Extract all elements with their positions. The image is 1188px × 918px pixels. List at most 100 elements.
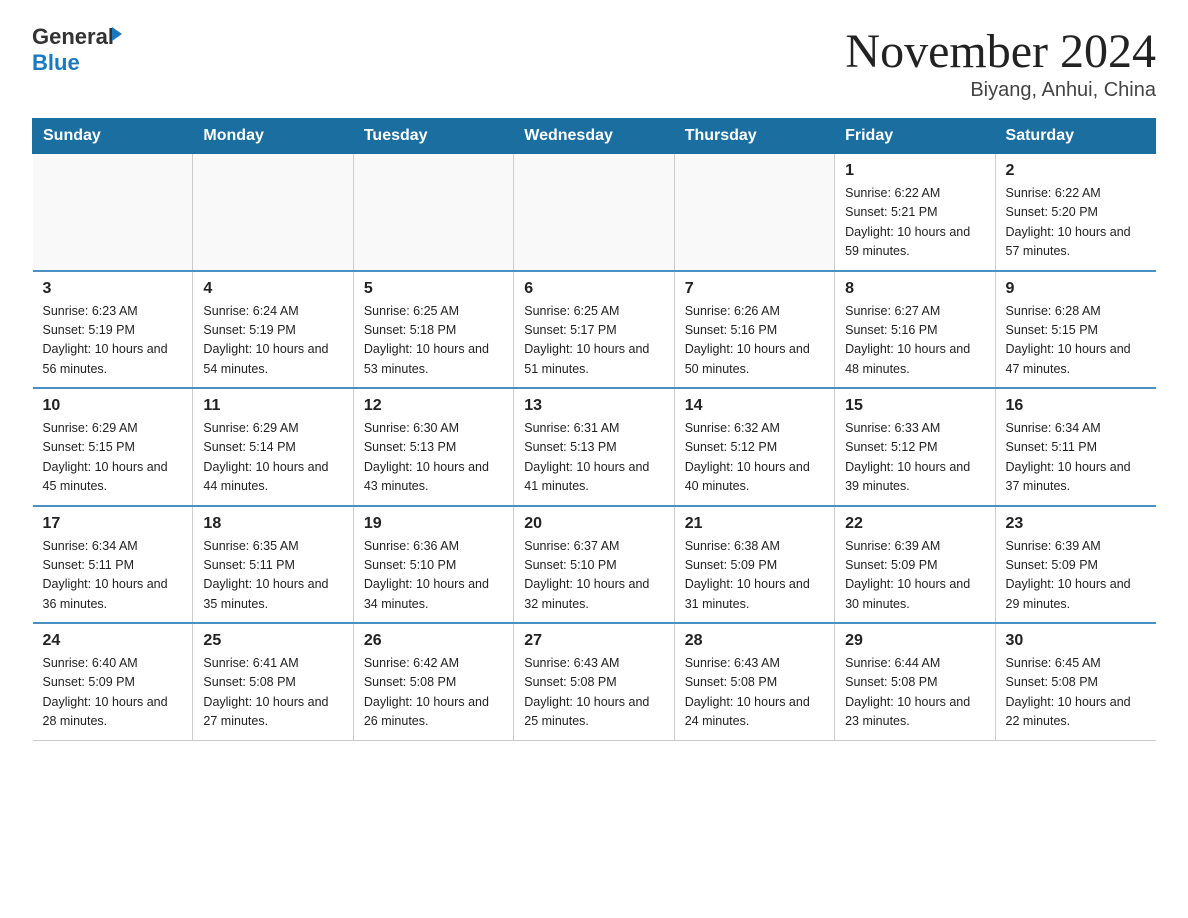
calendar-cell: 9Sunrise: 6:28 AMSunset: 5:15 PMDaylight…	[995, 271, 1155, 389]
calendar-cell	[353, 154, 513, 271]
day-number: 18	[203, 515, 342, 533]
day-info: Sunrise: 6:34 AMSunset: 5:11 PMDaylight:…	[43, 537, 183, 615]
day-number: 3	[43, 280, 183, 298]
day-info: Sunrise: 6:31 AMSunset: 5:13 PMDaylight:…	[524, 419, 663, 497]
day-info: Sunrise: 6:22 AMSunset: 5:20 PMDaylight:…	[1006, 184, 1146, 262]
calendar-cell: 1 Sunrise: 6:22 AMSunset: 5:21 PMDaylight…	[835, 154, 995, 271]
day-number: 12	[364, 397, 503, 415]
calendar-week-4: 17 Sunrise: 6:34 AMSunset: 5:11 PMDayligh…	[33, 506, 1156, 624]
calendar-cell: 14 Sunrise: 6:32 AMSunset: 5:12 PMDayligh…	[674, 388, 834, 506]
day-number: 30	[1006, 632, 1146, 650]
day-info: Sunrise: 6:37 AMSunset: 5:10 PMDaylight:…	[524, 537, 663, 615]
calendar-week-5: 24Sunrise: 6:40 AMSunset: 5:09 PMDayligh…	[33, 623, 1156, 740]
calendar-cell: 28 Sunrise: 6:43 AMSunset: 5:08 PMDayligh…	[674, 623, 834, 740]
day-number: 2	[1006, 162, 1146, 180]
day-info: Sunrise: 6:43 AMSunset: 5:08 PMDaylight:…	[524, 654, 663, 732]
calendar-cell: 20 Sunrise: 6:37 AMSunset: 5:10 PMDayligh…	[514, 506, 674, 624]
calendar-cell: 17 Sunrise: 6:34 AMSunset: 5:11 PMDayligh…	[33, 506, 193, 624]
day-number: 27	[524, 632, 663, 650]
calendar-cell: 16 Sunrise: 6:34 AMSunset: 5:11 PMDayligh…	[995, 388, 1155, 506]
calendar-cell: 2 Sunrise: 6:22 AMSunset: 5:20 PMDaylight…	[995, 154, 1155, 271]
calendar-cell: 24Sunrise: 6:40 AMSunset: 5:09 PMDayligh…	[33, 623, 193, 740]
page-header: General Blue November 2024 Biyang, Anhui…	[32, 24, 1156, 102]
calendar-cell: 26 Sunrise: 6:42 AMSunset: 5:08 PMDayligh…	[353, 623, 513, 740]
day-info: Sunrise: 6:32 AMSunset: 5:12 PMDaylight:…	[685, 419, 824, 497]
calendar-cell: 25 Sunrise: 6:41 AMSunset: 5:08 PMDayligh…	[193, 623, 353, 740]
calendar-week-2: 3 Sunrise: 6:23 AMSunset: 5:19 PMDaylight…	[33, 271, 1156, 389]
logo: General Blue	[32, 24, 122, 76]
calendar-cell: 12 Sunrise: 6:30 AMSunset: 5:13 PMDayligh…	[353, 388, 513, 506]
day-number: 8	[845, 280, 984, 298]
day-info: Sunrise: 6:30 AMSunset: 5:13 PMDaylight:…	[364, 419, 503, 497]
calendar-cell: 11 Sunrise: 6:29 AMSunset: 5:14 PMDayligh…	[193, 388, 353, 506]
day-number: 26	[364, 632, 503, 650]
day-number: 23	[1006, 515, 1146, 533]
day-number: 15	[845, 397, 984, 415]
weekday-header-row: SundayMondayTuesdayWednesdayThursdayFrid…	[33, 119, 1156, 154]
day-number: 6	[524, 280, 663, 298]
day-info: Sunrise: 6:25 AMSunset: 5:17 PMDaylight:…	[524, 302, 663, 380]
day-number: 1	[845, 162, 984, 180]
day-number: 5	[364, 280, 503, 298]
day-number: 9	[1006, 280, 1146, 298]
day-info: Sunrise: 6:26 AMSunset: 5:16 PMDaylight:…	[685, 302, 824, 380]
day-number: 13	[524, 397, 663, 415]
calendar-cell: 22 Sunrise: 6:39 AMSunset: 5:09 PMDayligh…	[835, 506, 995, 624]
day-info: Sunrise: 6:39 AMSunset: 5:09 PMDaylight:…	[845, 537, 984, 615]
calendar-cell	[193, 154, 353, 271]
day-info: Sunrise: 6:33 AMSunset: 5:12 PMDaylight:…	[845, 419, 984, 497]
weekday-header-tuesday: Tuesday	[353, 119, 513, 154]
day-number: 11	[203, 397, 342, 415]
day-number: 25	[203, 632, 342, 650]
day-number: 24	[43, 632, 183, 650]
logo-arrow-icon	[112, 27, 122, 41]
calendar-cell: 4Sunrise: 6:24 AMSunset: 5:19 PMDaylight…	[193, 271, 353, 389]
day-number: 10	[43, 397, 183, 415]
day-info: Sunrise: 6:38 AMSunset: 5:09 PMDaylight:…	[685, 537, 824, 615]
calendar-cell	[33, 154, 193, 271]
calendar-cell: 15 Sunrise: 6:33 AMSunset: 5:12 PMDayligh…	[835, 388, 995, 506]
location-text: Biyang, Anhui, China	[845, 79, 1156, 102]
calendar-cell: 19Sunrise: 6:36 AMSunset: 5:10 PMDayligh…	[353, 506, 513, 624]
calendar-cell: 30 Sunrise: 6:45 AMSunset: 5:08 PMDayligh…	[995, 623, 1155, 740]
day-number: 22	[845, 515, 984, 533]
day-info: Sunrise: 6:25 AMSunset: 5:18 PMDaylight:…	[364, 302, 503, 380]
calendar-cell: 27 Sunrise: 6:43 AMSunset: 5:08 PMDayligh…	[514, 623, 674, 740]
weekday-header-friday: Friday	[835, 119, 995, 154]
weekday-header-thursday: Thursday	[674, 119, 834, 154]
day-number: 17	[43, 515, 183, 533]
logo-general-text: General	[32, 24, 114, 50]
day-info: Sunrise: 6:42 AMSunset: 5:08 PMDaylight:…	[364, 654, 503, 732]
calendar-week-3: 10Sunrise: 6:29 AMSunset: 5:15 PMDayligh…	[33, 388, 1156, 506]
day-number: 29	[845, 632, 984, 650]
calendar-cell: 18 Sunrise: 6:35 AMSunset: 5:11 PMDayligh…	[193, 506, 353, 624]
month-title: November 2024	[845, 24, 1156, 79]
calendar-week-1: 1 Sunrise: 6:22 AMSunset: 5:21 PMDaylight…	[33, 154, 1156, 271]
day-info: Sunrise: 6:29 AMSunset: 5:14 PMDaylight:…	[203, 419, 342, 497]
calendar-table: SundayMondayTuesdayWednesdayThursdayFrid…	[32, 118, 1156, 741]
calendar-cell: 5 Sunrise: 6:25 AMSunset: 5:18 PMDaylight…	[353, 271, 513, 389]
day-info: Sunrise: 6:45 AMSunset: 5:08 PMDaylight:…	[1006, 654, 1146, 732]
weekday-header-wednesday: Wednesday	[514, 119, 674, 154]
day-info: Sunrise: 6:39 AMSunset: 5:09 PMDaylight:…	[1006, 537, 1146, 615]
day-info: Sunrise: 6:41 AMSunset: 5:08 PMDaylight:…	[203, 654, 342, 732]
calendar-cell: 23 Sunrise: 6:39 AMSunset: 5:09 PMDayligh…	[995, 506, 1155, 624]
calendar-cell: 10Sunrise: 6:29 AMSunset: 5:15 PMDayligh…	[33, 388, 193, 506]
day-number: 20	[524, 515, 663, 533]
day-number: 4	[203, 280, 342, 298]
day-number: 14	[685, 397, 824, 415]
day-info: Sunrise: 6:43 AMSunset: 5:08 PMDaylight:…	[685, 654, 824, 732]
day-info: Sunrise: 6:22 AMSunset: 5:21 PMDaylight:…	[845, 184, 984, 262]
day-number: 28	[685, 632, 824, 650]
day-info: Sunrise: 6:34 AMSunset: 5:11 PMDaylight:…	[1006, 419, 1146, 497]
calendar-cell: 6 Sunrise: 6:25 AMSunset: 5:17 PMDaylight…	[514, 271, 674, 389]
day-number: 21	[685, 515, 824, 533]
day-info: Sunrise: 6:35 AMSunset: 5:11 PMDaylight:…	[203, 537, 342, 615]
day-number: 16	[1006, 397, 1146, 415]
calendar-cell: 7Sunrise: 6:26 AMSunset: 5:16 PMDaylight…	[674, 271, 834, 389]
title-section: November 2024 Biyang, Anhui, China	[845, 24, 1156, 102]
calendar-cell: 3 Sunrise: 6:23 AMSunset: 5:19 PMDaylight…	[33, 271, 193, 389]
day-info: Sunrise: 6:23 AMSunset: 5:19 PMDaylight:…	[43, 302, 183, 380]
weekday-header-monday: Monday	[193, 119, 353, 154]
day-info: Sunrise: 6:36 AMSunset: 5:10 PMDaylight:…	[364, 537, 503, 615]
